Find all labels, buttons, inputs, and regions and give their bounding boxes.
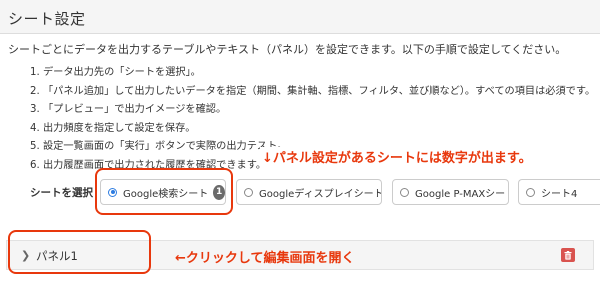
step-item: 3. 「プレビュー」で出力イメージを確認。: [30, 104, 227, 115]
chevron-right-icon[interactable]: ❯: [21, 249, 30, 262]
sheet-option-google-pmax[interactable]: Google P-MAXシート: [392, 179, 509, 205]
sheet-option-google-search[interactable]: Google検索シート 1: [100, 179, 226, 205]
panel-count-badge: 1: [213, 184, 225, 200]
sheet-select-label: シートを選択: [30, 187, 93, 199]
panel-row[interactable]: ❯ パネル1 ←クリックして編集画面を開く: [6, 240, 594, 270]
sheet-option-google-display[interactable]: Googleディスプレイシート: [236, 179, 382, 205]
step-item: 1. データ出力先の「シートを選択」。: [30, 67, 201, 78]
sheet-option-sheet4[interactable]: シート4: [518, 179, 600, 205]
step-item: 4. 出力頻度を指定して設定を保存。: [30, 122, 196, 134]
radio-icon[interactable]: [526, 187, 535, 197]
description-text: シートごとにデータを出力するテーブルやテキスト（パネル）を設定できます。以下の手…: [8, 43, 567, 56]
sheet-option-label: Googleディスプレイシート: [259, 188, 382, 200]
panel-count-annotation: ↓パネル設定があるシートには数字が出ます。: [260, 147, 535, 166]
radio-icon[interactable]: [244, 187, 253, 197]
radio-checked-icon[interactable]: [108, 187, 117, 197]
trash-icon[interactable]: [561, 248, 575, 262]
page-title: シート設定: [8, 10, 86, 28]
sheet-option-label: Google P-MAXシート: [415, 188, 509, 200]
sheet-option-label: シート4: [541, 188, 578, 200]
panel-click-annotation: ←クリックして編集画面を開く: [175, 251, 355, 266]
panel-title[interactable]: パネル1: [36, 248, 78, 264]
page-header: シート設定: [0, 0, 600, 34]
step-item: 2. 「パネル追加」して出力したいデータを指定（期間、集計軸、指標、フィルタ、並…: [30, 85, 596, 97]
radio-icon[interactable]: [400, 187, 409, 197]
sheet-option-label: Google検索シート: [123, 188, 209, 200]
